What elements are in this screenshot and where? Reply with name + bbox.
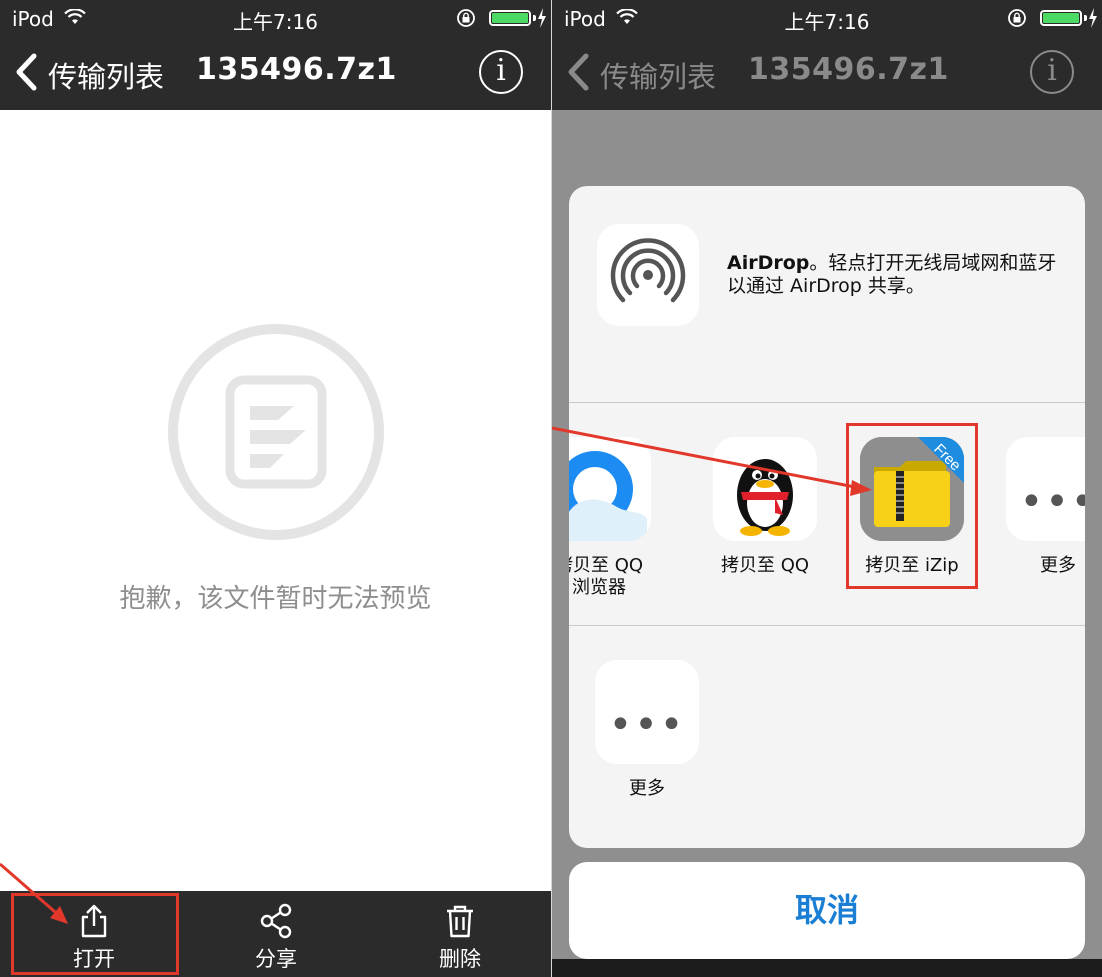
left-phone-screen: iPod 上午7:16 传输列表 135496.7z1 i 抱歉，该文件暂时无法… xyxy=(0,0,551,977)
trash-icon xyxy=(447,905,473,938)
more-actions-icon: ••• xyxy=(595,660,699,764)
izip-highlight xyxy=(846,423,978,589)
share-label: 分享 xyxy=(255,947,297,971)
ellipsis-icon: ••• xyxy=(1019,479,1085,525)
battery-tip xyxy=(1084,15,1087,21)
status-bar: iPod 上午7:16 xyxy=(0,0,551,36)
delete-label: 删除 xyxy=(439,947,481,971)
navigation-bar: 传输列表 135496.7z1 i xyxy=(0,36,551,110)
airdrop-button[interactable] xyxy=(597,224,699,326)
status-bar: iPod 上午7:16 xyxy=(552,0,1102,36)
airdrop-row: AirDrop。轻点打开无线局域网和蓝牙以通过 AirDrop 共享。 xyxy=(569,186,1085,402)
battery-tip xyxy=(533,15,536,21)
battery-icon xyxy=(1040,10,1082,26)
qq-penguin-icon xyxy=(713,437,817,541)
info-icon: i xyxy=(1030,50,1074,94)
app-more[interactable]: ••• 更多 xyxy=(1006,437,1085,577)
app-qq[interactable]: 拷贝至 QQ xyxy=(713,437,817,577)
share-sheet: AirDrop。轻点打开无线局域网和蓝牙以通过 AirDrop 共享。 拷贝至 … xyxy=(569,186,1085,848)
app-qq-browser[interactable]: 拷贝至 QQ浏览器 xyxy=(569,437,651,599)
page-title: 135496.7z1 xyxy=(196,52,397,87)
battery-icon xyxy=(489,10,531,26)
preview-error-message: 抱歉，该文件暂时无法预览 xyxy=(119,584,432,614)
app-label: 拷贝至 QQ浏览器 xyxy=(569,555,644,598)
action-more[interactable]: ••• 更多 xyxy=(595,660,699,800)
airdrop-description: AirDrop。轻点打开无线局域网和蓝牙以通过 AirDrop 共享。 xyxy=(727,252,1067,298)
share-nodes-icon xyxy=(260,903,292,939)
rotation-lock-icon xyxy=(1008,9,1026,27)
info-icon[interactable]: i xyxy=(479,50,523,94)
back-button: 传输列表 xyxy=(600,60,717,94)
app-label: 更多 xyxy=(1040,555,1076,576)
airdrop-icon xyxy=(610,238,686,303)
charging-bolt-icon xyxy=(1089,8,1097,28)
more-apps-icon: ••• xyxy=(1006,437,1085,541)
app-label: 拷贝至 QQ xyxy=(720,555,810,576)
navigation-bar: 传输列表 135496.7z1 i xyxy=(552,36,1102,110)
dimmed-toolbar xyxy=(552,959,1102,977)
action-label: 更多 xyxy=(629,778,665,799)
qq-browser-icon xyxy=(569,437,651,541)
file-unavailable-icon xyxy=(168,324,384,540)
actions-row: ••• 更多 xyxy=(569,626,1085,848)
app-targets-row: 拷贝至 QQ浏览器 xyxy=(569,403,1085,625)
page-title: 135496.7z1 xyxy=(748,52,949,87)
chevron-left-icon xyxy=(568,53,589,91)
chevron-left-icon[interactable] xyxy=(14,53,38,91)
rotation-lock-icon xyxy=(457,9,475,27)
cancel-button[interactable]: 取消 xyxy=(569,862,1085,959)
back-button[interactable]: 传输列表 xyxy=(48,54,164,96)
open-button-highlight xyxy=(11,893,179,975)
ellipsis-icon: ••• xyxy=(608,702,686,748)
share-button[interactable]: 分享 xyxy=(206,891,346,977)
airdrop-title: AirDrop xyxy=(727,252,810,274)
right-phone-screen: iPod 上午7:16 传输列表 135496.7z1 i AirDrop。轻点… xyxy=(552,0,1102,977)
delete-button[interactable]: 删除 xyxy=(390,891,530,977)
charging-bolt-icon xyxy=(538,8,546,28)
